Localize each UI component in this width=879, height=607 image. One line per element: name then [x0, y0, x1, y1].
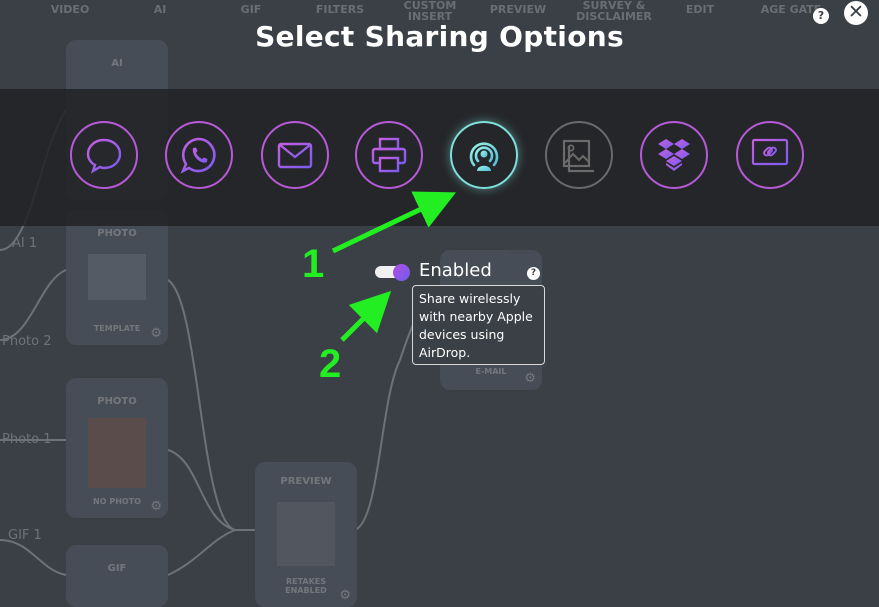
annotation-marker-2: 2 [319, 342, 342, 386]
annotation-arrows [331, 191, 457, 342]
annotation-arrow-2 [340, 290, 392, 342]
annotation-arrow-1 [331, 191, 457, 254]
annotation-marker-1: 1 [302, 242, 325, 286]
